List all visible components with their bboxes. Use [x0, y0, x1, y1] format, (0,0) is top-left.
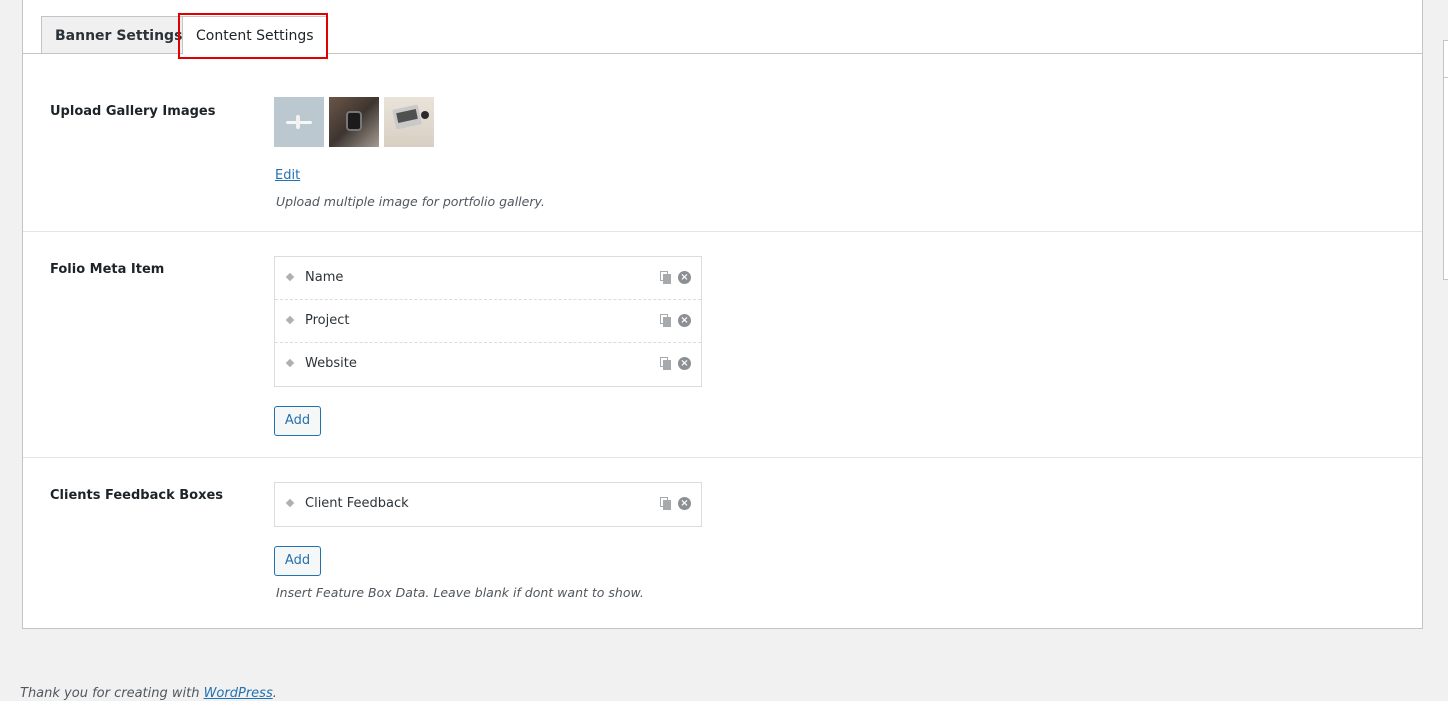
remove-icon[interactable]: × [678, 497, 691, 510]
duplicate-icon[interactable] [660, 271, 671, 284]
drag-handle-icon[interactable] [285, 272, 295, 282]
folio-meta-field-label: Folio Meta Item [50, 262, 165, 277]
remove-icon[interactable]: × [678, 314, 691, 327]
repeater-item-label: Project [305, 313, 350, 328]
repeater-item-label: Client Feedback [305, 496, 409, 511]
feedback-repeater: Client Feedback × [274, 482, 702, 527]
repeater-item-label: Website [305, 356, 357, 371]
tab-content-settings[interactable]: Content Settings [182, 16, 328, 55]
feedback-description: Insert Feature Box Data. Leave blank if … [276, 585, 644, 600]
row-divider [23, 457, 1422, 458]
side-metabox-edge [1443, 40, 1448, 280]
gallery-description: Upload multiple image for portfolio gall… [276, 194, 545, 209]
drag-handle-icon[interactable] [285, 358, 295, 368]
repeater-item[interactable]: Name × [275, 257, 701, 300]
row-divider [23, 231, 1422, 232]
duplicate-icon[interactable] [660, 314, 671, 327]
folio-meta-add-button[interactable]: Add [274, 406, 321, 436]
tab-banner-settings[interactable]: Banner Settings [41, 16, 197, 54]
tab-bar: Banner Settings Content Settings [23, 0, 1422, 59]
footer-text: Thank you for creating with [20, 686, 204, 701]
settings-panel: Banner Settings Content Settings Upload … [22, 0, 1423, 629]
gallery-thumbnails [274, 97, 434, 148]
remove-icon[interactable]: × [678, 271, 691, 284]
repeater-item[interactable]: Website × [275, 343, 701, 386]
drag-handle-icon[interactable] [285, 315, 295, 325]
footer-suffix: . [272, 686, 277, 701]
remove-icon[interactable]: × [678, 357, 691, 370]
gallery-thumbnail-smartwatch[interactable] [329, 97, 379, 147]
repeater-item-label: Name [305, 270, 344, 285]
duplicate-icon[interactable] [660, 357, 671, 370]
duplicate-icon[interactable] [660, 497, 671, 510]
repeater-item[interactable]: Project × [275, 300, 701, 343]
admin-footer: Thank you for creating with WordPress. [20, 686, 277, 701]
feedback-add-button[interactable]: Add [274, 546, 321, 576]
gallery-edit-link[interactable]: Edit [275, 168, 300, 183]
repeater-item[interactable]: Client Feedback × [275, 483, 701, 526]
gallery-field-label: Upload Gallery Images [50, 104, 216, 119]
gallery-thumbnail-airplane[interactable] [274, 97, 324, 147]
folio-meta-repeater: Name × Project × Website × [274, 256, 702, 387]
feedback-field-label: Clients Feedback Boxes [50, 488, 224, 503]
footer-wordpress-link[interactable]: WordPress [204, 686, 273, 701]
gallery-thumbnail-laptop[interactable] [384, 97, 434, 147]
drag-handle-icon[interactable] [285, 498, 295, 508]
